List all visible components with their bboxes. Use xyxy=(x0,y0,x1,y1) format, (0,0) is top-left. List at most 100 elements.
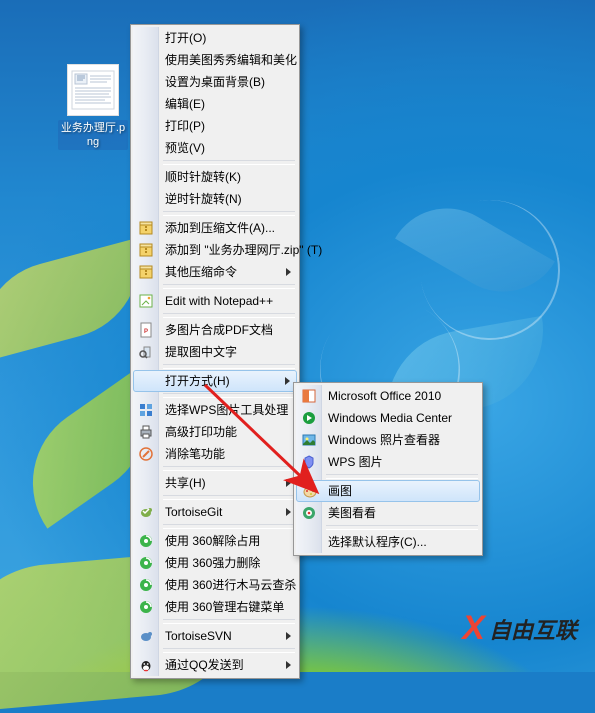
context-menu-item[interactable]: 顺时针旋转(K) xyxy=(133,166,297,188)
context-menu-item[interactable]: 使用 360解除占用 xyxy=(133,530,297,552)
context-menu-item[interactable]: 选择WPS图片工具处理 xyxy=(133,399,297,421)
context-menu-item[interactable]: TortoiseGit xyxy=(133,501,297,523)
menu-item-label: WPS 图片 xyxy=(328,455,383,469)
context-menu-item[interactable]: 高级打印功能 xyxy=(133,421,297,443)
qq-icon xyxy=(138,657,154,673)
watermark-logo-icon: X xyxy=(462,609,485,648)
menu-item-label: 预览(V) xyxy=(165,141,205,155)
context-menu-item[interactable]: 提取图中文字 xyxy=(133,341,297,363)
menu-item-label: Windows 照片查看器 xyxy=(328,433,440,447)
menu-item-label: 选择WPS图片工具处理 xyxy=(165,403,288,417)
menu-separator xyxy=(326,525,478,530)
submenu-arrow-icon xyxy=(286,268,291,276)
photo-viewer-icon xyxy=(301,432,317,448)
menu-item-label: 美图看看 xyxy=(328,506,376,520)
context-menu-item[interactable]: 打印(P) xyxy=(133,115,297,137)
watermark: X 自由互联 xyxy=(462,609,577,648)
file-label: 业务办理厅.png xyxy=(58,120,128,150)
meitu-icon xyxy=(301,505,317,521)
menu-item-label: 使用 360进行木马云查杀 xyxy=(165,578,296,592)
menu-item-label: 使用 360管理右键菜单 xyxy=(165,600,284,614)
menu-item-label: 使用 360强力删除 xyxy=(165,556,260,570)
menu-item-label: 顺时针旋转(K) xyxy=(165,170,241,184)
menu-item-label: 添加到 "业务办理网厅.zip" (T) xyxy=(165,243,322,257)
menu-separator xyxy=(163,160,295,165)
submenu-arrow-icon xyxy=(285,377,290,385)
submenu-arrow-icon xyxy=(286,508,291,516)
menu-separator xyxy=(163,619,295,624)
svg-text:P: P xyxy=(144,329,148,335)
desktop-file[interactable]: 业务办理厅.png xyxy=(58,64,128,150)
context-menu-item[interactable]: 通过QQ发送到 xyxy=(133,654,297,676)
context-menu-item[interactable]: P多图片合成PDF文档 xyxy=(133,319,297,341)
context-menu-item[interactable]: 其他压缩命令 xyxy=(133,261,297,283)
wps-icon xyxy=(301,454,317,470)
office-icon xyxy=(301,388,317,404)
submenu-arrow-icon xyxy=(286,661,291,669)
menu-item-label: 提取图中文字 xyxy=(165,345,237,359)
context-menu-item[interactable]: 添加到压缩文件(A)... xyxy=(133,217,297,239)
openwith-item[interactable]: Windows Media Center xyxy=(296,407,480,429)
watermark-text: 自由互联 xyxy=(489,613,577,645)
submenu-arrow-icon xyxy=(286,479,291,487)
context-menu-item[interactable]: 使用 360强力删除 xyxy=(133,552,297,574)
paint-icon xyxy=(302,483,318,499)
menu-item-label: 打印(P) xyxy=(165,119,205,133)
context-menu-item[interactable]: 共享(H) xyxy=(133,472,297,494)
openwith-submenu: Microsoft Office 2010 Windows Media Cente… xyxy=(293,382,483,556)
menu-item-label: 通过QQ发送到 xyxy=(165,658,244,672)
openwith-item[interactable]: 画图 xyxy=(296,480,480,502)
menu-item-label: 添加到压缩文件(A)... xyxy=(165,221,275,235)
360-icon xyxy=(138,555,154,571)
menu-separator xyxy=(326,474,478,479)
tortoise-svn-icon xyxy=(138,628,154,644)
context-menu-item[interactable]: 消除笔功能 xyxy=(133,443,297,465)
menu-item-label: 设置为桌面背景(B) xyxy=(165,75,265,89)
file-thumbnail xyxy=(67,64,119,116)
menu-separator xyxy=(163,211,295,216)
context-menu-item[interactable]: 打开(O) xyxy=(133,27,297,49)
menu-item-label: 使用美图秀秀编辑和美化 xyxy=(165,53,297,67)
360-icon xyxy=(138,533,154,549)
openwith-item[interactable]: 美图看看 xyxy=(296,502,480,524)
pdf-icon: P xyxy=(138,322,154,338)
context-menu-item[interactable]: 使用 360管理右键菜单 xyxy=(133,596,297,618)
context-menu-item[interactable]: TortoiseSVN xyxy=(133,625,297,647)
openwith-item[interactable]: WPS 图片 xyxy=(296,451,480,473)
context-menu-item[interactable]: 使用美图秀秀编辑和美化 xyxy=(133,49,297,71)
menu-separator xyxy=(163,495,295,500)
wmc-icon xyxy=(301,410,317,426)
ocr-icon xyxy=(138,344,154,360)
context-menu-item[interactable]: 预览(V) xyxy=(133,137,297,159)
menu-item-label: 共享(H) xyxy=(165,476,206,490)
pen-icon xyxy=(138,446,154,462)
menu-item-label: 使用 360解除占用 xyxy=(165,534,260,548)
context-menu-list: 打开(O) 使用美图秀秀编辑和美化设置为桌面背景(B) 编辑(E) 打印(P) 预览(V… xyxy=(133,27,297,676)
menu-item-label: TortoiseSVN xyxy=(165,629,232,643)
menu-item-label: Windows Media Center xyxy=(328,411,452,425)
openwith-list: Microsoft Office 2010 Windows Media Cente… xyxy=(296,385,480,553)
openwith-item[interactable]: 选择默认程序(C)... xyxy=(296,531,480,553)
context-menu-item[interactable]: 打开方式(H) xyxy=(133,370,297,392)
context-menu: 打开(O) 使用美图秀秀编辑和美化设置为桌面背景(B) 编辑(E) 打印(P) 预览(V… xyxy=(130,24,300,679)
context-menu-item[interactable]: 使用 360进行木马云查杀 xyxy=(133,574,297,596)
menu-separator xyxy=(163,313,295,318)
context-menu-item[interactable]: 设置为桌面背景(B) xyxy=(133,71,297,93)
menu-item-label: 编辑(E) xyxy=(165,97,205,111)
notepad-icon xyxy=(138,293,154,309)
menu-separator xyxy=(163,364,295,369)
context-menu-item[interactable]: 逆时针旋转(N) xyxy=(133,188,297,210)
menu-item-label: Microsoft Office 2010 xyxy=(328,389,441,403)
menu-item-label: 打开(O) xyxy=(165,31,206,45)
context-menu-item[interactable]: 编辑(E) xyxy=(133,93,297,115)
openwith-item[interactable]: Windows 照片查看器 xyxy=(296,429,480,451)
openwith-item[interactable]: Microsoft Office 2010 xyxy=(296,385,480,407)
menu-item-label: 逆时针旋转(N) xyxy=(165,192,242,206)
context-menu-item[interactable]: 添加到 "业务办理网厅.zip" (T) xyxy=(133,239,297,261)
archive-icon xyxy=(138,264,154,280)
print-icon xyxy=(138,424,154,440)
360-icon xyxy=(138,577,154,593)
context-menu-item[interactable]: Edit with Notepad++ xyxy=(133,290,297,312)
menu-separator xyxy=(163,393,295,398)
menu-separator xyxy=(163,466,295,471)
